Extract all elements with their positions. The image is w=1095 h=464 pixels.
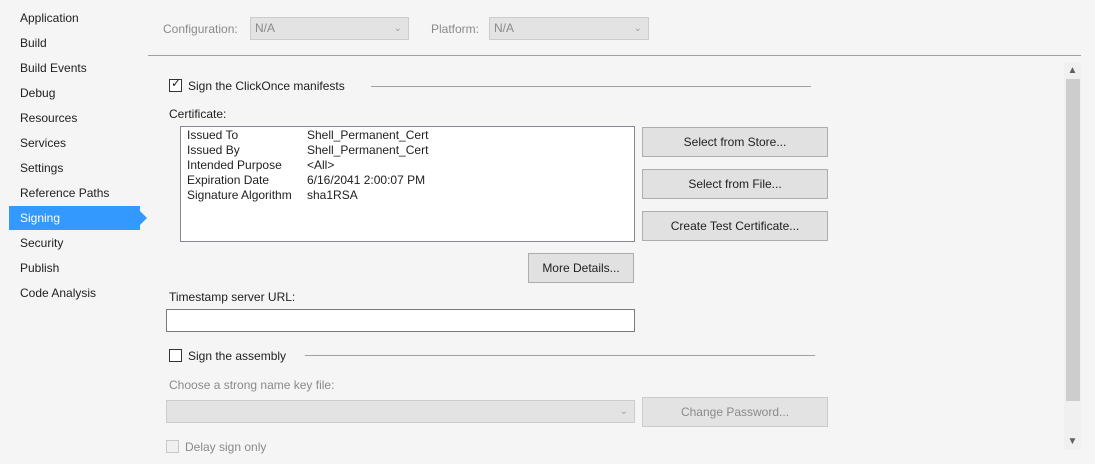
sidebar-item-settings[interactable]: Settings [9,156,140,180]
chevron-down-icon[interactable]: ▼ [1064,433,1081,450]
sidebar-item-security[interactable]: Security [9,231,140,255]
cert-value: 6/16/2041 2:00:07 PM [307,173,426,187]
strong-name-key-select[interactable]: ⌄ [166,400,635,423]
certificate-details: Issued To Shell_Permanent_Cert Issued By… [180,126,635,242]
sidebar-item-services[interactable]: Services [9,131,140,155]
more-details-button[interactable]: More Details... [528,253,634,283]
sidebar-item-application[interactable]: Application [9,6,140,30]
chevron-down-icon: ⌄ [619,406,628,417]
sidebar-item-reference-paths[interactable]: Reference Paths [9,181,140,205]
sidebar-item-build[interactable]: Build [9,31,140,55]
delay-sign-checkbox[interactable] [166,440,179,453]
cert-value: Shell_Permanent_Cert [307,128,429,142]
chevron-down-icon: ⌄ [633,23,642,34]
cert-key: Signature Algorithm [187,188,292,202]
delay-sign-label: Delay sign only [185,440,267,454]
scrollbar-thumb[interactable] [1066,79,1080,401]
sidebar-item-signing[interactable]: Signing [9,206,147,230]
cert-value: Shell_Permanent_Cert [307,143,429,157]
sidebar-item-build-events[interactable]: Build Events [9,56,140,80]
timestamp-label: Timestamp server URL: [169,290,296,304]
platform-value: N/A [494,21,515,35]
group-divider [371,86,811,87]
group-divider [305,355,815,356]
configuration-label: Configuration: [163,22,238,36]
sidebar-item-debug[interactable]: Debug [9,81,140,105]
sidebar-item-publish[interactable]: Publish [9,256,140,280]
cert-key: Intended Purpose [187,158,282,172]
active-pointer-icon [140,211,147,225]
certificate-label: Certificate: [169,107,227,121]
change-password-button[interactable]: Change Password... [642,397,828,427]
sidebar-item-resources[interactable]: Resources [9,106,140,130]
cert-value: sha1RSA [307,188,358,202]
strong-name-label: Choose a strong name key file: [169,378,335,392]
cert-key: Expiration Date [187,173,270,187]
checkmark-icon: ✓ [171,76,182,90]
platform-select[interactable]: N/A ⌄ [489,17,649,40]
cert-value: <All> [307,158,335,172]
create-test-certificate-button[interactable]: Create Test Certificate... [642,211,828,241]
sign-manifests-checkbox[interactable]: ✓ [169,76,182,92]
chevron-down-icon: ⌄ [393,23,402,34]
sign-manifests-label: Sign the ClickOnce manifests [188,79,345,93]
sidebar-item-label: Signing [20,211,61,225]
select-from-store-button[interactable]: Select from Store... [642,127,828,157]
platform-label: Platform: [431,22,480,36]
cert-key: Issued To [187,128,239,142]
cert-key: Issued By [187,143,240,157]
select-from-file-button[interactable]: Select from File... [642,169,828,199]
sign-assembly-checkbox[interactable] [169,349,182,362]
sign-assembly-label: Sign the assembly [188,349,287,363]
sidebar: Application Build Build Events Debug Res… [0,0,148,464]
chevron-up-icon[interactable]: ▲ [1064,62,1081,79]
timestamp-url-input[interactable] [166,309,635,332]
configuration-value: N/A [255,21,276,35]
divider [148,55,1081,56]
configuration-select[interactable]: N/A ⌄ [250,17,409,40]
sidebar-item-code-analysis[interactable]: Code Analysis [9,281,140,305]
